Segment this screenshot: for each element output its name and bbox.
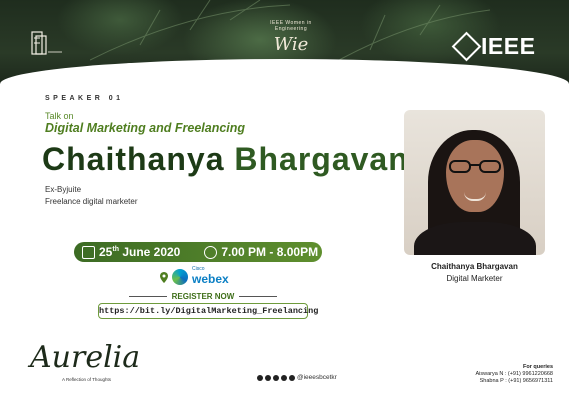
- wie-logo-small-text: IEEE Women in Engineering: [270, 20, 312, 32]
- register-label: REGISTER NOW: [98, 292, 308, 301]
- webex-wordmark: Cisco webex: [192, 266, 229, 286]
- queries-title: For queries: [523, 364, 553, 370]
- wie-logo: IEEE Women in Engineering Wie: [268, 20, 314, 60]
- speaker-name: Chaithanya Bhargavan: [42, 141, 409, 178]
- contact-2: Shabna P : (+91) 9656971311: [479, 378, 553, 384]
- ecell-logo-icon: [31, 31, 62, 55]
- facebook-icon[interactable]: [257, 374, 263, 381]
- time-segment: 7.00 PM - 8.00PM: [204, 245, 318, 259]
- ieee-diamond-icon: [451, 31, 482, 62]
- social-handle-text: @ieeesbcetkr: [297, 374, 337, 381]
- contact-1: Aiswarya N : (+91) 9961220668: [475, 371, 553, 377]
- date-time-bar: 25th June 2020 7.00 PM - 8.00PM: [74, 242, 322, 262]
- location-pin-icon: [160, 271, 168, 283]
- event-time: 7.00 PM - 8.00PM: [221, 245, 319, 259]
- ieee-logo: IEEE: [451, 31, 536, 62]
- speaker-last-name: Bhargavan: [234, 141, 409, 177]
- speaker-first-name: Chaithanya: [42, 141, 225, 177]
- photo-caption-role: Digital Marketer: [446, 274, 503, 283]
- aurelia-brand: Aurelia: [30, 340, 141, 375]
- instagram-icon[interactable]: [265, 374, 271, 381]
- queries-contacts: For queries Aiswarya N : (+91) 996122066…: [475, 364, 553, 385]
- speaker-tag: SPEAKER 01: [45, 95, 124, 102]
- date-segment: 25th June 2020: [82, 245, 180, 259]
- register-block: REGISTER NOW https://bit.ly/DigitalMarke…: [98, 292, 318, 319]
- event-date: 25th June 2020: [99, 245, 181, 259]
- leaf-veins-decoration: [90, 0, 290, 61]
- twitter-icon[interactable]: [289, 374, 295, 381]
- webex-logo-icon: [172, 269, 188, 285]
- speaker-photo: [404, 110, 545, 255]
- wie-logo-text: Wie: [273, 34, 309, 55]
- photo-caption-name: Chaithanya Bhargavan: [431, 262, 518, 271]
- talk-title: Digital Marketing and Freelancing: [45, 121, 246, 135]
- event-poster: IEEE Women in Engineering Wie IEEE SPEAK…: [0, 0, 569, 404]
- social-handles: @ieeesbcetkr: [257, 374, 337, 381]
- ieee-logo-text: IEEE: [481, 33, 536, 59]
- speaker-role-2: Freelance digital marketer: [45, 197, 138, 206]
- linkedin-icon[interactable]: [273, 374, 279, 381]
- speaker-role-1: Ex-Byjuite: [45, 185, 82, 194]
- calendar-icon: [82, 245, 95, 259]
- register-link[interactable]: https://bit.ly/DigitalMarketing_Freelanc…: [98, 303, 318, 319]
- youtube-icon[interactable]: [281, 374, 287, 381]
- glasses-icon: [449, 160, 501, 173]
- platform-webex: Cisco webex: [160, 266, 229, 288]
- clock-icon: [204, 245, 218, 259]
- aurelia-tagline: A Reflection of Thoughts: [62, 377, 111, 382]
- talk-on-label: Talk on: [45, 111, 74, 121]
